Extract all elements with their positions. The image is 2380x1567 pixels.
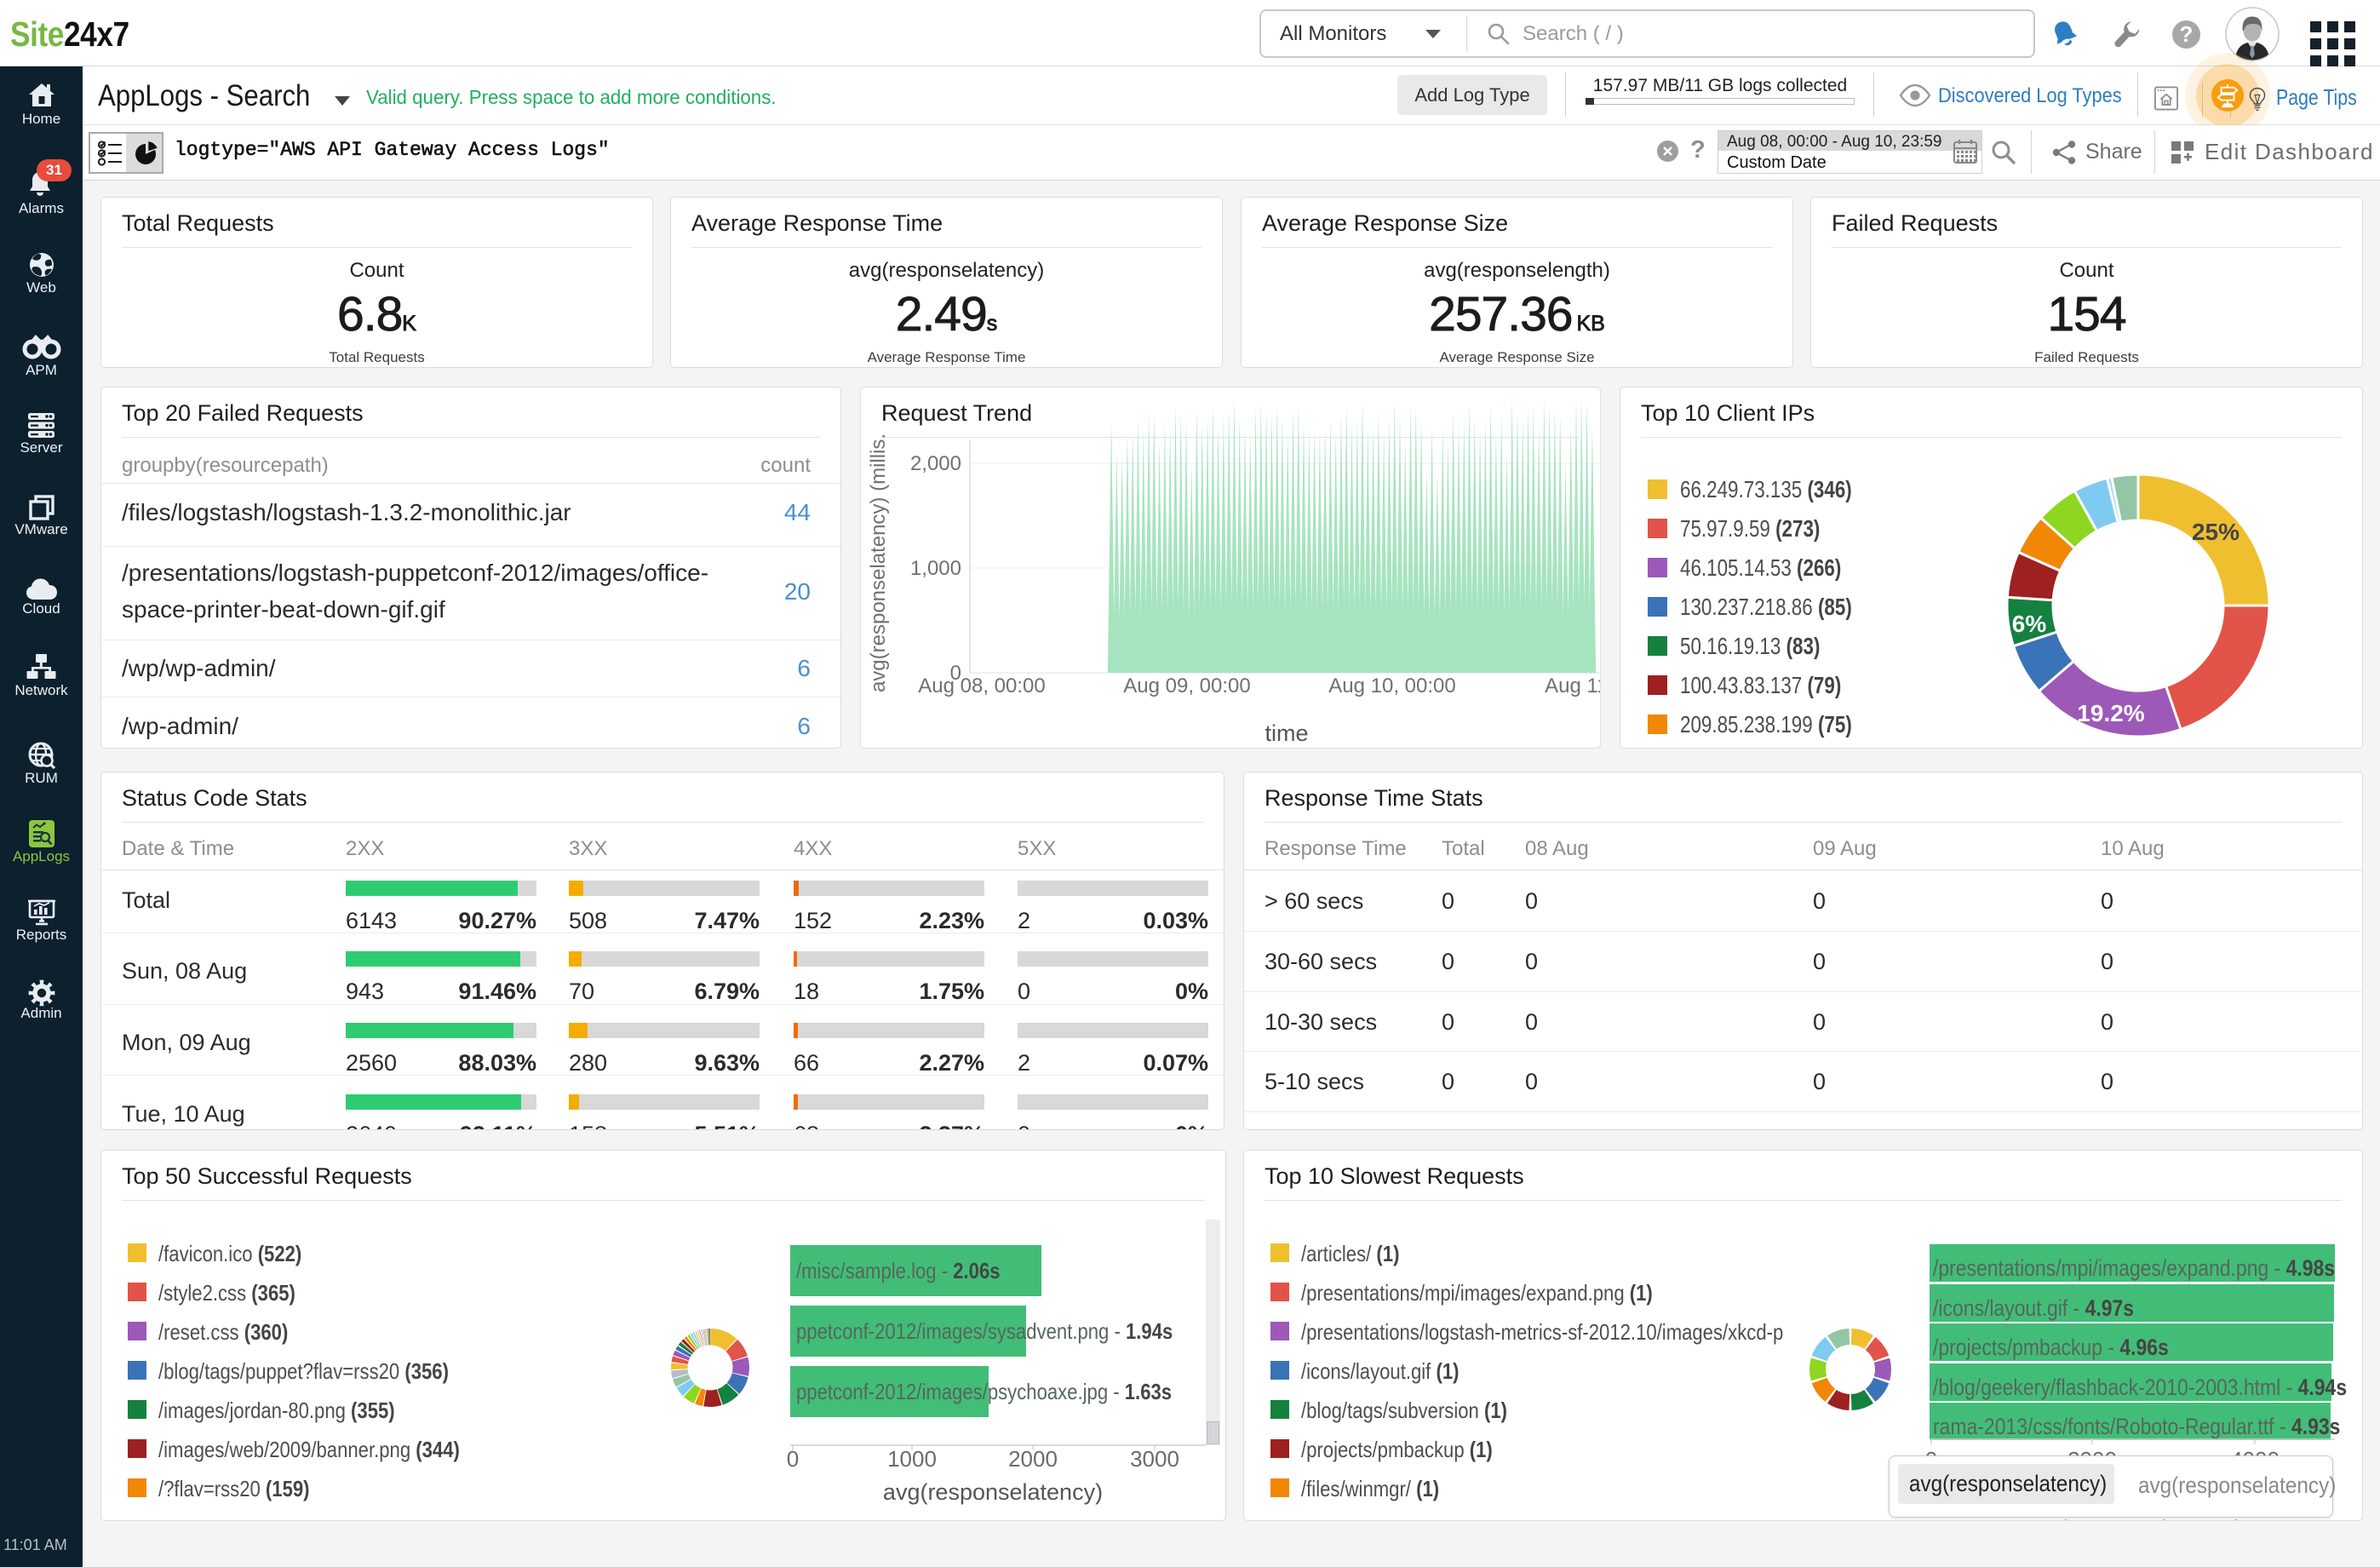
svg-text:avg(responselatency): avg(responselatency) [883,1479,1103,1505]
svg-text:19.2%: 19.2% [2077,700,2144,726]
svg-text:Aug 09, 00:00: Aug 09, 00:00 [1123,674,1250,697]
svg-text:Aug 10, 00:00: Aug 10, 00:00 [1328,674,1455,697]
svg-text:6%: 6% [2012,611,2047,637]
svg-text:25%: 25% [2192,519,2239,545]
svg-text:2,000: 2,000 [910,452,961,475]
svg-text:3000: 3000 [1130,1446,1179,1472]
svg-text:?: ? [2180,21,2194,47]
svg-text:Aug 08, 00:00: Aug 08, 00:00 [918,674,1045,697]
svg-text:time: time [1265,720,1308,746]
svg-text:1000: 1000 [887,1446,937,1472]
svg-text:0: 0 [787,1446,799,1472]
svg-text:Aug 11, 00:00: Aug 11, 00:00 [1545,674,1601,697]
svg-text:1,000: 1,000 [910,557,961,580]
svg-text:avg(responselatency) (millis.: avg(responselatency) (millis. [867,433,890,692]
svg-text:2000: 2000 [1008,1446,1058,1472]
